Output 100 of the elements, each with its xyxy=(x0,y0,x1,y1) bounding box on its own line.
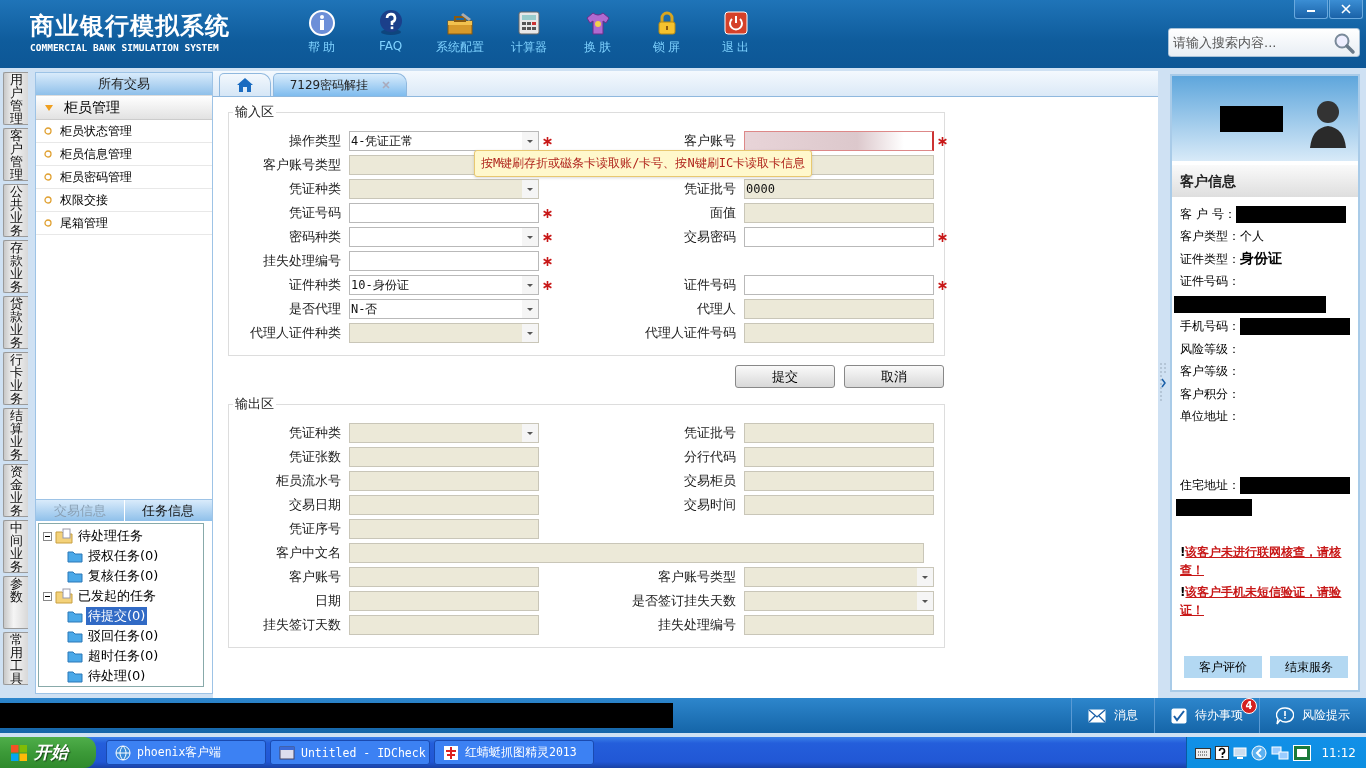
tree-item[interactable]: 驳回任务(0) xyxy=(86,627,161,645)
masked-field[interactable] xyxy=(744,131,934,151)
input-field[interactable] xyxy=(349,251,539,271)
help-icon[interactable] xyxy=(1215,745,1230,760)
input-field[interactable] xyxy=(744,275,934,295)
page-tab[interactable]: 7129密码解挂 xyxy=(273,73,407,96)
status-button[interactable]: 风险提示 xyxy=(1259,698,1366,733)
checkbox-icon xyxy=(1171,707,1187,724)
field-label: 客户中文名 xyxy=(275,544,342,562)
side-tab[interactable]: 公共业务 xyxy=(3,184,28,237)
circle-icon xyxy=(44,173,52,181)
field-label: 客户账号 xyxy=(683,132,737,150)
taskbar-button[interactable]: 红蜻蜓抓图精灵2013 xyxy=(434,740,594,765)
menu-item[interactable]: 柜员信息管理 xyxy=(36,143,212,166)
toolbar-button[interactable]: FAQ xyxy=(356,9,425,68)
speech-bubble-icon xyxy=(1276,706,1294,725)
field-label: 挂失签订天数 xyxy=(262,616,342,634)
globe-icon xyxy=(115,744,131,761)
taskbar-button[interactable]: Untitled - IDCheck xyxy=(270,740,430,765)
window-icon xyxy=(279,744,295,761)
app-icon[interactable] xyxy=(1293,744,1312,761)
dropdown-field[interactable]: 10-身份证 xyxy=(349,275,539,295)
folder-icon xyxy=(55,588,73,604)
panel-header: 客户信息 xyxy=(1172,165,1358,197)
info-label: 证件号码： xyxy=(1180,273,1240,291)
toolbar-button[interactable]: 换 肤 xyxy=(563,9,632,68)
toolbar-button[interactable]: 退 出 xyxy=(701,9,770,68)
form-button[interactable]: 提交 xyxy=(735,365,835,388)
input-field[interactable] xyxy=(349,203,539,223)
collapse-icon[interactable] xyxy=(43,591,52,601)
menu-item[interactable]: 权限交接 xyxy=(36,189,212,212)
toolbar-button[interactable]: 锁 屏 xyxy=(632,9,701,68)
info-label: 证件类型： xyxy=(1180,250,1240,268)
circle-icon xyxy=(44,219,52,227)
tree-item[interactable]: 待提交(0) xyxy=(86,607,148,625)
side-tab[interactable]: 贷款业务 xyxy=(3,296,28,349)
keyboard-icon[interactable] xyxy=(1195,746,1212,759)
tree-item[interactable]: 待处理任务 xyxy=(76,527,145,545)
chevron-icon[interactable] xyxy=(1251,744,1268,761)
field-label: 证件号码 xyxy=(683,276,737,294)
circle-icon xyxy=(44,127,52,135)
menu-group[interactable]: 柜员管理 xyxy=(36,95,212,120)
caret-icon xyxy=(917,592,933,610)
toolbar-button[interactable]: 计算器 xyxy=(494,9,563,68)
folder-icon xyxy=(55,528,73,544)
tree-item[interactable]: 待处理(0) xyxy=(86,667,148,685)
field-label: 交易柜员 xyxy=(683,472,737,490)
taskbar-button[interactable]: phoenix客户端 xyxy=(106,740,266,765)
side-tab[interactable]: 结算业务 xyxy=(3,408,28,461)
field-label: 柜员流水号 xyxy=(275,472,342,490)
field-label: 客户账号 xyxy=(288,568,342,586)
toolbar-button[interactable]: 系统配置 xyxy=(425,9,494,68)
info-label: 住宅地址： xyxy=(1180,476,1240,494)
tree-item[interactable]: 授权任务(0) xyxy=(86,547,161,565)
warning-link[interactable]: !该客户手机未短信验证，请验证！ xyxy=(1172,583,1358,619)
menu-item[interactable]: 尾箱管理 xyxy=(36,212,212,235)
folder-icon xyxy=(67,629,83,643)
minimize-button[interactable] xyxy=(1294,0,1328,19)
clock: 11:12 xyxy=(1321,745,1356,760)
dropdown-field[interactable] xyxy=(349,227,539,247)
dropdown-field[interactable]: 4-凭证正常 xyxy=(349,131,539,151)
search-icon[interactable] xyxy=(1332,31,1356,55)
side-tab[interactable]: 中间业务 xyxy=(3,520,28,573)
collapse-icon[interactable] xyxy=(43,531,52,541)
field-label: 面值 xyxy=(709,204,737,222)
caret-icon xyxy=(522,276,538,294)
toolbar-button[interactable]: 帮 助 xyxy=(287,9,356,68)
windows-flag-icon xyxy=(10,743,28,762)
tree-item[interactable]: 复核任务(0) xyxy=(86,567,161,585)
panel-button[interactable]: 客户评价 xyxy=(1184,656,1262,678)
close-button[interactable] xyxy=(1329,0,1363,19)
side-tab[interactable]: 行卡业务 xyxy=(3,352,28,405)
search-field[interactable]: 请输入搜索内容... xyxy=(1168,28,1360,57)
folder-icon xyxy=(67,669,83,683)
panel-tab[interactable]: 任务信息 xyxy=(123,500,212,521)
status-button[interactable]: 待办事项 4 xyxy=(1154,698,1259,733)
start-button[interactable]: 开始 xyxy=(0,737,96,768)
form-button[interactable]: 取消 xyxy=(844,365,944,388)
envelope-icon xyxy=(1088,708,1106,723)
side-tab[interactable]: 客户管理 xyxy=(3,128,28,181)
folder-icon xyxy=(67,649,83,663)
network-icon[interactable] xyxy=(1271,744,1290,761)
side-tab[interactable]: 参数 xyxy=(3,576,28,629)
input-field[interactable] xyxy=(744,227,934,247)
chevron-icon[interactable] xyxy=(1160,363,1166,403)
warning-link[interactable]: !该客户未进行联网核查，请核查！ xyxy=(1172,543,1358,579)
menu-item[interactable]: 柜员密码管理 xyxy=(36,166,212,189)
home-tab[interactable] xyxy=(219,73,271,96)
tree-item[interactable]: 已发起的任务 xyxy=(76,587,158,605)
side-tab[interactable]: 资金业务 xyxy=(3,464,28,517)
panel-button[interactable]: 结束服务 xyxy=(1270,656,1348,678)
tree-item[interactable]: 超时任务(0) xyxy=(86,647,161,665)
field-label: 分行代码 xyxy=(683,448,737,466)
status-button[interactable]: 消息 xyxy=(1071,698,1154,733)
side-tab[interactable]: 存款业务 xyxy=(3,240,28,293)
field-label: 交易日期 xyxy=(288,496,342,514)
field-label: 代理人证件种类 xyxy=(249,324,342,342)
side-tab[interactable]: 用户管理 xyxy=(3,72,28,125)
dropdown-field[interactable]: N-否 xyxy=(349,299,539,319)
menu-item[interactable]: 柜员状态管理 xyxy=(36,120,212,143)
